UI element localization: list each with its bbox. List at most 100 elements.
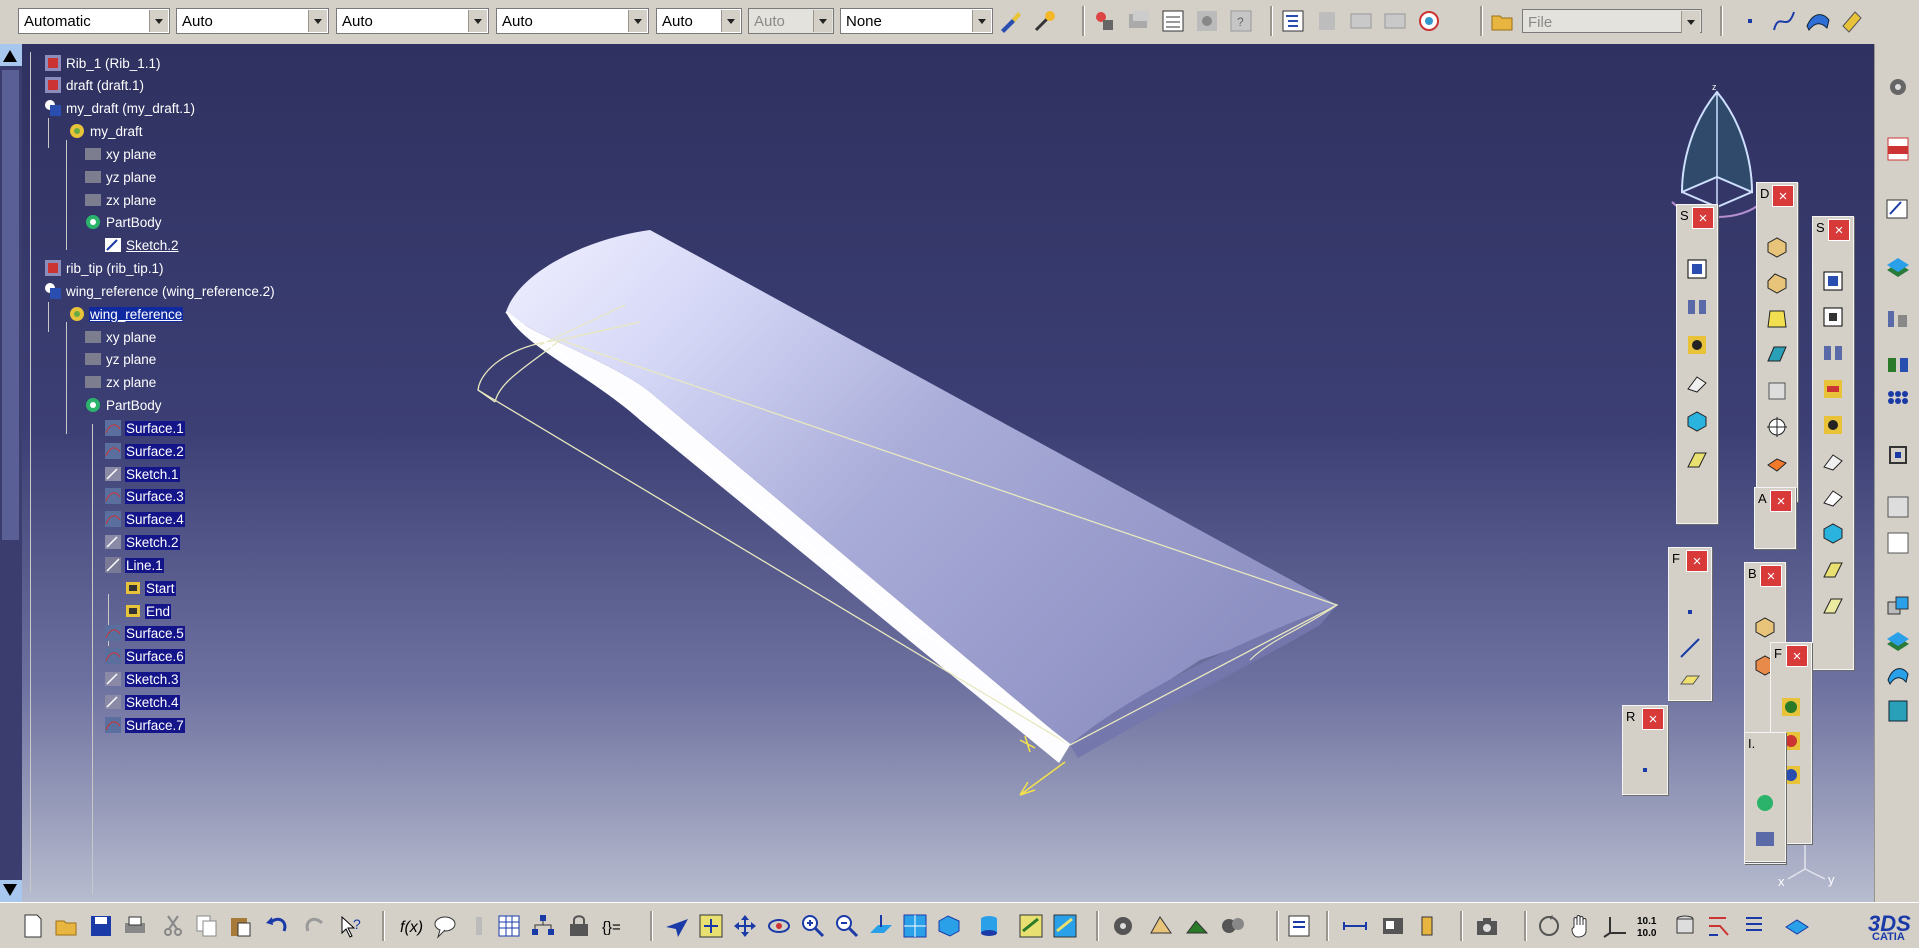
tree-scrollbar[interactable]: [0, 44, 22, 902]
zoom-in-icon[interactable]: [800, 913, 826, 939]
thickness-icon[interactable]: [1765, 379, 1789, 403]
tree-node-zx-plane[interactable]: zx plane: [84, 188, 157, 212]
layer-combo[interactable]: None: [840, 8, 993, 34]
copy-icon[interactable]: [194, 913, 220, 939]
tree-node-sketch-2b[interactable]: Sketch.2: [104, 530, 180, 554]
shading-icon[interactable]: [976, 913, 1002, 939]
target-icon[interactable]: [1765, 415, 1789, 439]
hole-icon[interactable]: [1685, 333, 1709, 357]
tree-node-xy-plane[interactable]: xy plane: [84, 142, 157, 166]
pocket-icon[interactable]: [1821, 305, 1845, 329]
catalog-icon[interactable]: [1314, 8, 1340, 34]
cut-icon[interactable]: [160, 913, 186, 939]
scroll-thumb[interactable]: [2, 70, 19, 540]
swap-visible-icon[interactable]: [1052, 913, 1078, 939]
chamfer-icon[interactable]: [1765, 271, 1789, 295]
help-icon[interactable]: ?: [338, 913, 364, 939]
shaft-icon[interactable]: [1821, 341, 1845, 365]
solid-icon[interactable]: [1685, 409, 1709, 433]
tree-node-my-draft-part[interactable]: my_draft: [68, 119, 144, 143]
close-icon[interactable]: ×: [1686, 550, 1708, 572]
tree-node-xy-plane[interactable]: xy plane: [84, 325, 157, 349]
parameters-icon[interactable]: [1126, 8, 1152, 34]
rotate-icon[interactable]: [766, 913, 792, 939]
tree-node-surface-4[interactable]: Surface.4: [104, 507, 185, 531]
wing-model[interactable]: [0, 44, 1874, 902]
line-icon[interactable]: [1678, 636, 1702, 660]
sweep-icon[interactable]: [1685, 447, 1709, 471]
shell-icon[interactable]: [1765, 343, 1789, 367]
redo-icon[interactable]: [302, 913, 328, 939]
tree-node-partbody[interactable]: PartBody: [84, 393, 163, 417]
scale-readout-icon[interactable]: 10.110.0: [1636, 913, 1662, 939]
tree-node-line-1[interactable]: Line.1: [104, 553, 164, 577]
material-icon[interactable]: [1148, 913, 1174, 939]
sketch-based-toolbar-panel[interactable]: S ×: [1812, 216, 1854, 670]
constraint-icon[interactable]: [1706, 913, 1732, 939]
cylinder-icon[interactable]: [1672, 913, 1698, 939]
spline-icon[interactable]: [1771, 8, 1797, 34]
wand-icon[interactable]: [1032, 8, 1058, 34]
scroll-up-button[interactable]: [0, 44, 22, 66]
color-combo[interactable]: Auto: [336, 8, 489, 34]
point-icon[interactable]: [1737, 8, 1763, 34]
tree-node-zx-plane[interactable]: zx plane: [84, 370, 157, 394]
painter-icon[interactable]: [998, 8, 1024, 34]
assemble-icon[interactable]: [1753, 615, 1777, 639]
fit-all-icon[interactable]: [698, 913, 724, 939]
tree-node-sketch-2[interactable]: Sketch.2: [104, 233, 180, 257]
knowledge-icon[interactable]: [1194, 8, 1220, 34]
list-icon[interactable]: [1740, 913, 1766, 939]
pdf-icon[interactable]: [1885, 136, 1911, 162]
hole-icon[interactable]: [1821, 413, 1845, 437]
gear-icon[interactable]: [1885, 74, 1911, 100]
chevron-down-icon[interactable]: [628, 10, 647, 32]
mass-icon[interactable]: [1184, 913, 1210, 939]
table-icon[interactable]: [496, 913, 522, 939]
groove-icon[interactable]: [1821, 377, 1845, 401]
tree-node-surface-5[interactable]: Surface.5: [104, 621, 185, 645]
analysis-icon[interactable]: [1220, 913, 1246, 939]
tree-node-surface-1[interactable]: Surface.1: [104, 416, 185, 440]
boolean-icon[interactable]: [1885, 594, 1911, 620]
chevron-down-icon[interactable]: [468, 10, 487, 32]
lock-icon[interactable]: ?: [1228, 8, 1254, 34]
mirror-icon[interactable]: [1885, 352, 1911, 378]
layers-icon[interactable]: [1885, 254, 1911, 280]
point-icon[interactable]: [1678, 600, 1702, 624]
axis-system-icon[interactable]: [1602, 913, 1628, 939]
tree-node-sketch-1[interactable]: Sketch.1: [104, 462, 180, 486]
iso-view-icon[interactable]: [936, 913, 962, 939]
tree-node-partbody[interactable]: PartBody: [84, 210, 163, 234]
save-icon[interactable]: [88, 913, 114, 939]
hide-show-icon[interactable]: [1092, 8, 1118, 34]
chevron-down-icon[interactable]: [721, 10, 740, 32]
line-weight-combo[interactable]: Auto: [176, 8, 329, 34]
pan-icon[interactable]: [732, 913, 758, 939]
tree-node-end[interactable]: End: [124, 599, 172, 623]
layer-stack-icon[interactable]: [1784, 913, 1810, 939]
multi-view-icon[interactable]: [902, 913, 928, 939]
pad-icon[interactable]: [1685, 257, 1709, 281]
sketcher-toolbar-panel[interactable]: S ×: [1676, 204, 1718, 524]
tree-node-my-draft-instance[interactable]: my_draft (my_draft.1): [44, 96, 196, 120]
tree-node-surface-2[interactable]: Surface.2: [104, 439, 185, 463]
hand-icon[interactable]: [1568, 913, 1594, 939]
geometric-set-icon[interactable]: [1753, 827, 1777, 851]
points-toolbar-panel[interactable]: F ×: [1668, 547, 1712, 701]
chevron-down-icon[interactable]: [308, 10, 327, 32]
line-type-combo[interactable]: Automatic: [18, 8, 170, 34]
tree-node-wing-reference-part[interactable]: wing_reference: [68, 302, 184, 326]
remove-face-icon[interactable]: [1765, 451, 1789, 475]
tree-node-yz-plane[interactable]: yz plane: [84, 347, 157, 371]
removed-multi-section-icon[interactable]: [1821, 593, 1845, 617]
new-file-icon[interactable]: [20, 913, 46, 939]
paste-icon[interactable]: [228, 913, 254, 939]
lock-icon[interactable]: [566, 913, 592, 939]
tree-node-start[interactable]: Start: [124, 576, 176, 600]
pad-icon[interactable]: [1821, 269, 1845, 293]
tree-node-draft[interactable]: draft (draft.1): [44, 73, 145, 97]
measure-icon[interactable]: [1839, 8, 1865, 34]
undo-icon[interactable]: [264, 913, 290, 939]
tree-node-surface-6[interactable]: Surface.6: [104, 644, 185, 668]
